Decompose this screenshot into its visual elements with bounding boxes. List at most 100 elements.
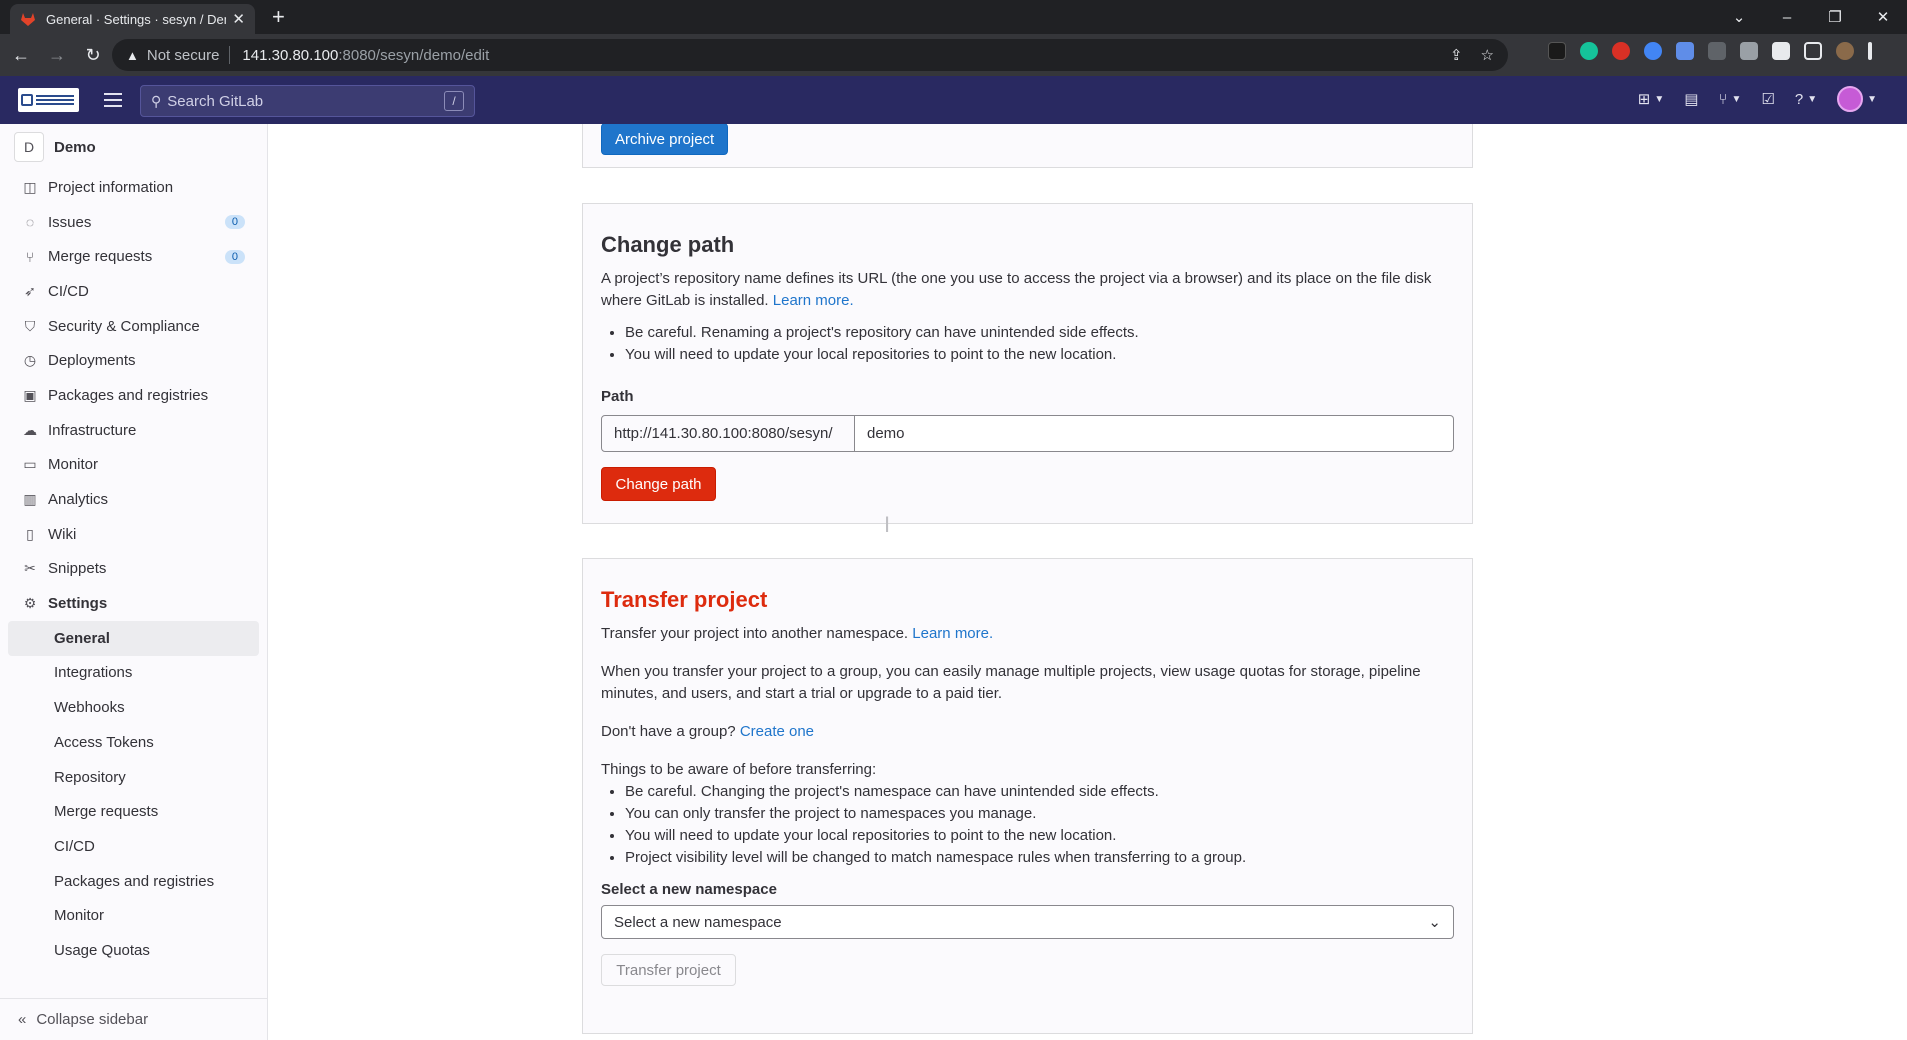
sidebar-item-analytics[interactable]: ▥ Analytics xyxy=(0,482,267,517)
window-controls: ⌄ – ❐ ✕ xyxy=(1715,0,1907,34)
list-item: You will need to update your local repos… xyxy=(625,344,1454,366)
merge-request-icon: ⑂ xyxy=(25,248,35,265)
change-path-button[interactable]: Change path xyxy=(601,467,716,501)
create-new-dropdown[interactable]: ⊞ ▼ xyxy=(1638,90,1664,108)
chevron-down-icon: ⌄ xyxy=(1428,914,1441,931)
browser-tab-strip: General · Settings · sesyn / Demo · G ✕ … xyxy=(0,0,1907,34)
chevron-down-icon: ▼ xyxy=(1867,93,1877,105)
learn-more-link[interactable]: Learn more. xyxy=(912,625,993,642)
bookmark-star-icon[interactable]: ☆ xyxy=(1481,46,1494,64)
help-dropdown[interactable]: ? ▼ xyxy=(1795,91,1817,108)
extension-icon[interactable] xyxy=(1644,42,1662,60)
sidebar-item-infrastructure[interactable]: ☁ Infrastructure xyxy=(0,413,267,448)
settings-subitem-monitor[interactable]: Monitor xyxy=(8,898,259,933)
transfer-project-section: Transfer project Transfer your project i… xyxy=(582,558,1473,1034)
warning-icon[interactable]: ▲ xyxy=(126,48,139,63)
puzzle-icon[interactable] xyxy=(1772,42,1790,60)
merge-request-icon: ⑂ xyxy=(1718,90,1728,108)
sidebar-item-deployments[interactable]: ◷ Deployments xyxy=(0,343,267,378)
sidebar-item-wiki[interactable]: ▯ Wiki xyxy=(0,517,267,552)
sidebar-item-label: Deployments xyxy=(48,352,136,370)
sidebar-item-ci-cd[interactable]: ➶ CI/CD xyxy=(0,274,267,309)
sidebar-item-merge-requests[interactable]: ⑂ Merge requests 0 xyxy=(0,239,267,274)
back-icon[interactable]: ← xyxy=(6,40,36,70)
menu-icon[interactable] xyxy=(104,90,122,110)
collapse-sidebar-button[interactable]: « Collapse sidebar xyxy=(0,998,267,1040)
sidebar-item-packages-and-registries[interactable]: ▣ Packages and registries xyxy=(0,378,267,413)
settings-subitem-usage-quotas[interactable]: Usage Quotas xyxy=(8,933,259,968)
list-item: Be careful. Changing the project's names… xyxy=(625,781,1454,803)
extension-icon[interactable] xyxy=(1708,42,1726,60)
deployments-icon: ◷ xyxy=(23,352,37,369)
sidebar-item-snippets[interactable]: ✂ Snippets xyxy=(0,552,267,587)
merge-requests-dropdown[interactable]: ⑂ ▼ xyxy=(1718,91,1741,108)
aware-heading: Things to be aware of before transferrin… xyxy=(601,761,877,778)
settings-subitem-general[interactable]: General xyxy=(8,620,259,656)
cloud-icon: ☁ xyxy=(23,421,37,438)
settings-subitem-ci-cd[interactable]: CI/CD xyxy=(8,829,259,864)
extension-icons xyxy=(1548,42,1872,60)
search-icon: ⚲ xyxy=(151,92,162,109)
tab-close-icon[interactable]: ✕ xyxy=(232,10,245,28)
sidebar-item-label: Settings xyxy=(48,595,108,613)
transfer-group-text: When you transfer your project to a grou… xyxy=(601,663,1421,702)
omnibox-icons: ⇪ ☆ xyxy=(1450,46,1494,64)
tu-dresden-logo[interactable] xyxy=(18,88,79,112)
path-input[interactable]: demo xyxy=(855,415,1454,452)
sidebar-item-issues[interactable]: ◌ Issues 0 xyxy=(0,205,267,240)
close-window-icon[interactable]: ✕ xyxy=(1859,0,1907,34)
browser-tab[interactable]: General · Settings · sesyn / Demo · G ✕ xyxy=(10,4,255,34)
extension-icon[interactable] xyxy=(1612,42,1630,60)
transfer-project-button[interactable]: Transfer project xyxy=(601,954,736,986)
tab-title: General · Settings · sesyn / Demo · G xyxy=(46,11,226,27)
grammarly-icon[interactable] xyxy=(1580,42,1598,60)
archive-project-button[interactable]: Archive project xyxy=(601,124,729,155)
create-group-link[interactable]: Create one xyxy=(740,723,814,740)
sidebar-item-project-information[interactable]: ◫ Project information xyxy=(0,170,267,205)
settings-subitem-access-tokens[interactable]: Access Tokens xyxy=(8,725,259,760)
extension-icon[interactable] xyxy=(1740,42,1758,60)
settings-subitem-packages-and-registries[interactable]: Packages and registries xyxy=(8,864,259,899)
settings-subitem-repository[interactable]: Repository xyxy=(8,760,259,795)
header-actions: ⊞ ▼ ▤ ⑂ ▼ ☑ ? ▼ ▼ xyxy=(1638,86,1877,112)
count-badge: 0 xyxy=(224,215,245,230)
sidebar-item-monitor[interactable]: ▭ Monitor xyxy=(0,448,267,483)
chart-icon: ▥ xyxy=(23,491,37,508)
user-menu[interactable]: ▼ xyxy=(1837,86,1877,112)
sidebar-project-header[interactable]: D Demo xyxy=(0,124,267,170)
transfer-project-title: Transfer project xyxy=(601,587,768,612)
menu-kebab-icon[interactable] xyxy=(1868,42,1872,60)
plus-square-icon: ⊞ xyxy=(1637,91,1651,108)
settings-subitem-merge-requests[interactable]: Merge requests xyxy=(8,794,259,829)
address-bar[interactable]: ▲ Not secure 141.30.80.100:8080/sesyn/de… xyxy=(112,39,1508,71)
project-icon: ◫ xyxy=(23,178,37,195)
forward-icon[interactable]: → xyxy=(42,40,72,70)
gear-icon: ⚙ xyxy=(23,595,37,612)
translate-icon[interactable] xyxy=(1676,42,1694,60)
share-icon[interactable]: ⇪ xyxy=(1450,46,1463,64)
sidebar-item-label: Wiki xyxy=(48,525,77,543)
tab-search-icon[interactable]: ⌄ xyxy=(1715,0,1763,34)
collapse-sidebar-label: Collapse sidebar xyxy=(36,1011,149,1028)
issues-icon[interactable]: ▤ xyxy=(1684,90,1698,108)
profile-avatar-icon[interactable] xyxy=(1836,42,1854,60)
sidebar-item-label: Monitor xyxy=(48,456,99,474)
new-tab-button[interactable]: + xyxy=(272,4,285,30)
settings-subitem-webhooks[interactable]: Webhooks xyxy=(8,690,259,725)
change-path-warnings: Be careful. Renaming a project's reposit… xyxy=(625,322,1454,366)
namespace-select[interactable]: Select a new namespace ⌄ xyxy=(601,905,1454,939)
todos-icon[interactable]: ☑ xyxy=(1761,90,1774,108)
search-input[interactable]: ⚲ Search GitLab / xyxy=(140,85,475,117)
avatar xyxy=(1837,86,1864,112)
restore-icon[interactable]: ❐ xyxy=(1811,0,1859,34)
settings-subitem-integrations[interactable]: Integrations xyxy=(8,656,259,691)
minimize-icon[interactable]: – xyxy=(1763,0,1811,34)
not-secure-label[interactable]: Not secure xyxy=(147,47,220,64)
namespace-select-value: Select a new namespace xyxy=(614,913,782,931)
reload-icon[interactable]: ↻ xyxy=(78,40,108,70)
side-panel-icon[interactable] xyxy=(1804,42,1822,60)
extension-icon[interactable] xyxy=(1548,42,1566,60)
sidebar-item-security-compliance[interactable]: ⛉ Security & Compliance xyxy=(0,309,267,344)
learn-more-link[interactable]: Learn more. xyxy=(773,292,854,309)
sidebar-item-settings[interactable]: ⚙ Settings xyxy=(0,586,267,621)
